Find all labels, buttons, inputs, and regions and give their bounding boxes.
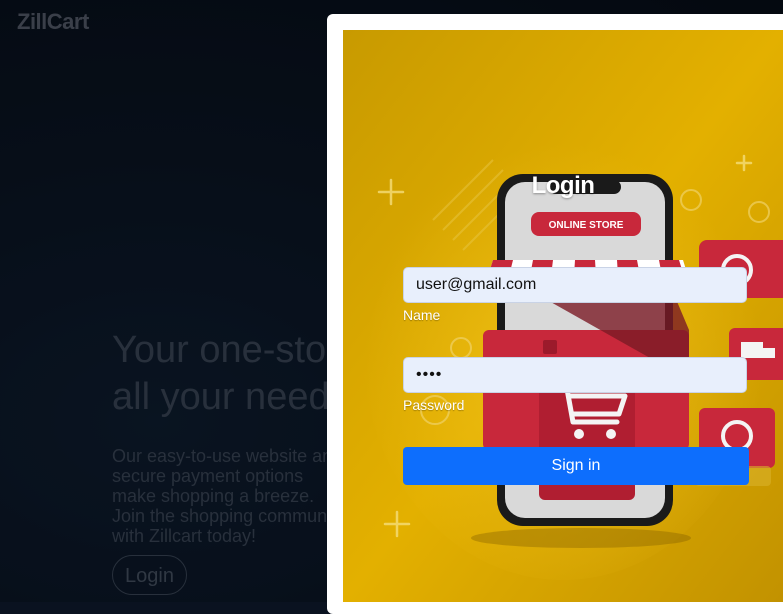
login-title: Login [531, 172, 595, 199]
sign-in-button[interactable]: Sign in [403, 447, 749, 485]
login-modal: ONLINE STORE Login user@gmail.com Name •… [327, 14, 783, 614]
online-store-badge-text: ONLINE STORE [549, 220, 624, 231]
password-label: Password [403, 397, 465, 413]
brand-logo[interactable]: ZillCart [17, 9, 89, 35]
hero-description: Our easy-to-use website and secure payme… [112, 446, 346, 546]
hero-login-button[interactable]: Login [112, 555, 187, 595]
name-label: Name [403, 307, 441, 323]
login-modal-panel: ONLINE STORE Login user@gmail.com Name •… [343, 30, 783, 602]
email-field[interactable] [403, 267, 747, 303]
password-field[interactable] [403, 357, 747, 393]
